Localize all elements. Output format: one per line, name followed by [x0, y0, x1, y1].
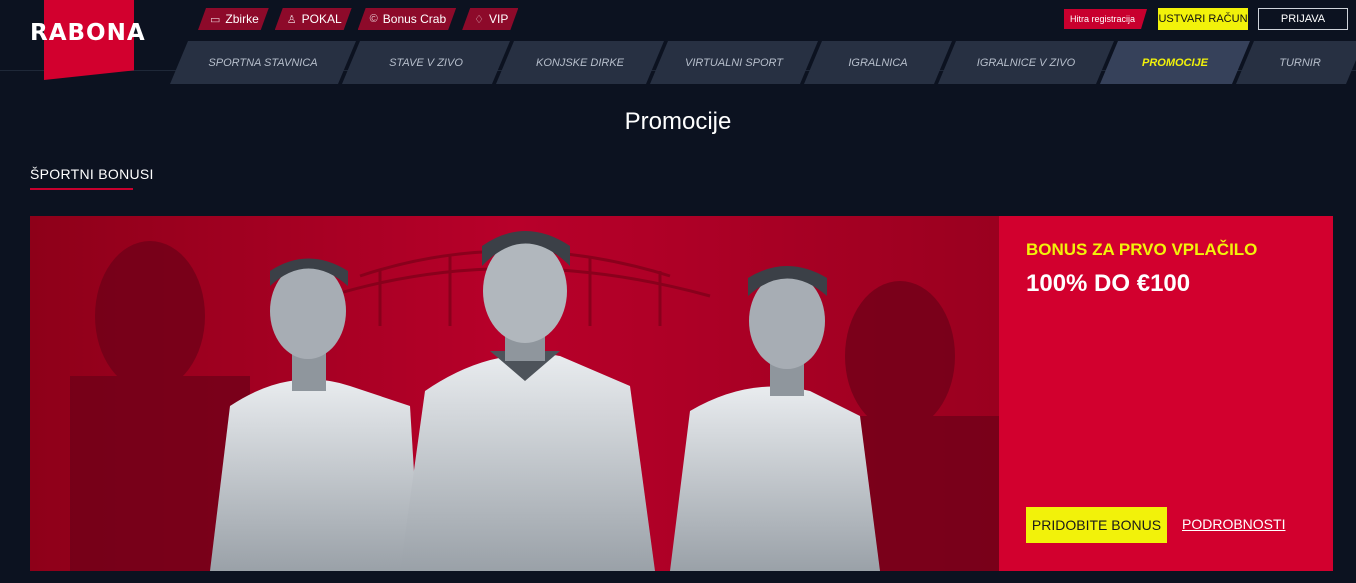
promo-banner-image	[30, 216, 999, 571]
quick-link-label: Bonus Crab	[382, 12, 447, 26]
tab-igralnica[interactable]: IGRALNICA	[804, 41, 952, 84]
quick-link-label: VIP	[489, 12, 509, 26]
tab-sportna-stavnica[interactable]: SPORTNA STAVNICA	[170, 41, 356, 84]
get-bonus-button[interactable]: PRIDOBITE BONUS	[1026, 507, 1167, 543]
tab-stave-v-zivo[interactable]: STAVE V ZIVO	[342, 41, 510, 84]
promo-title: 100% DO €100	[1026, 270, 1191, 297]
crab-icon: ©	[369, 13, 378, 25]
details-link[interactable]: PODROBNOSTI	[1182, 516, 1285, 532]
football-players-illustration	[30, 216, 999, 571]
quick-link-label: Zbirke	[225, 12, 259, 26]
tab-turnir[interactable]: TURNIR	[1236, 41, 1356, 84]
create-account-button[interactable]: USTVARI RAČUN	[1158, 8, 1248, 30]
quick-link-pokal[interactable]: ♙ POKAL	[275, 8, 352, 30]
page-title: Promocije	[624, 108, 732, 135]
section-title: ŠPORTNI BONUSI	[30, 166, 154, 182]
top-header: RABONA ▭ Zbirke ♙ POKAL © Bonus Crab ♢ V…	[0, 0, 1356, 84]
quick-link-label: POKAL	[301, 12, 342, 26]
tab-igralnice-v-zivo[interactable]: IGRALNICE V ZIVO	[938, 41, 1114, 84]
quick-links: ▭ Zbirke ♙ POKAL © Bonus Crab ♢ VIP	[198, 8, 518, 30]
tab-virtualni-sport[interactable]: VIRTUALNI SPORT	[650, 41, 818, 84]
quick-link-vip[interactable]: ♢ VIP	[462, 8, 518, 30]
tab-promocije[interactable]: PROMOCIJE	[1100, 41, 1250, 84]
rabona-logo[interactable]: RABONA	[30, 20, 146, 46]
book-icon: ▭	[210, 13, 221, 26]
promo-subtitle: BONUS ZA PRVO VPLAČILO	[1026, 240, 1258, 259]
trophy-icon: ♙	[286, 13, 297, 26]
quick-link-bonus-crab[interactable]: © Bonus Crab	[358, 8, 456, 30]
quick-register-button[interactable]: Hitra registracija	[1064, 9, 1147, 29]
main-nav: SPORTNA STAVNICA STAVE V ZIVO KONJSKE DI…	[170, 41, 1350, 84]
tab-konjske-dirke[interactable]: KONJSKE DIRKE	[496, 41, 664, 84]
quick-link-zbirke[interactable]: ▭ Zbirke	[198, 8, 269, 30]
promo-panel: BONUS ZA PRVO VPLAČILO 100% DO €100 PRID…	[999, 216, 1333, 571]
section-underline	[30, 188, 133, 190]
diamond-icon: ♢	[474, 13, 485, 26]
login-button[interactable]: PRIJAVA	[1258, 8, 1348, 30]
